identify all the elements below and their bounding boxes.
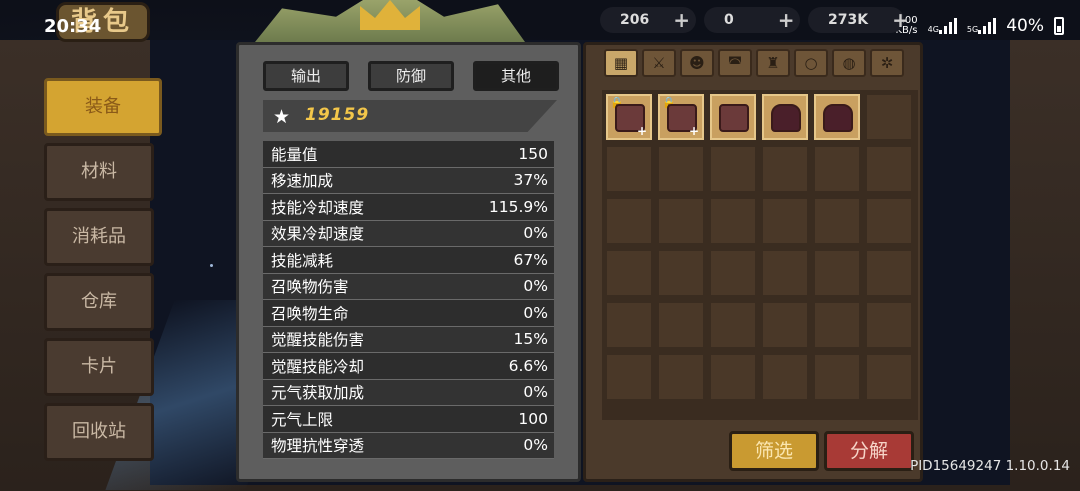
stat-row: 移速加成 37% (263, 167, 554, 194)
inventory-slot-empty[interactable] (866, 146, 912, 192)
decompose-button[interactable]: 分解 (824, 431, 914, 471)
inventory-slot-empty[interactable] (710, 302, 756, 348)
inventory-slot-empty[interactable] (866, 94, 912, 140)
battery-percent: 40% (1006, 16, 1044, 36)
power-rating: ★ 19159 (263, 100, 557, 132)
inventory-slot-empty[interactable] (710, 146, 756, 192)
inventory-slot-empty[interactable] (658, 250, 704, 296)
category-armor-icon[interactable]: ♜ (756, 49, 790, 77)
plus-icon: + (636, 124, 647, 138)
category-gear-icon[interactable]: ✲ (870, 49, 904, 77)
tab-defense[interactable]: 防御 (368, 61, 454, 91)
add-gems-button[interactable]: + (778, 8, 795, 32)
inventory-slot-item[interactable] (710, 94, 756, 140)
equipment-icon (719, 104, 749, 132)
inventory-slot-empty[interactable] (658, 354, 704, 400)
star-icon: ★ (273, 106, 291, 128)
inventory-slot-item[interactable] (814, 94, 860, 140)
category-all-grid-icon[interactable]: ▦ (604, 49, 638, 77)
armor-icon (771, 104, 801, 132)
category-ring-icon[interactable]: ○ (794, 49, 828, 77)
inventory-slot-empty[interactable] (814, 198, 860, 244)
plus-icon: + (688, 124, 699, 138)
add-materials-button[interactable]: + (673, 8, 690, 32)
inventory-slot-empty[interactable] (814, 146, 860, 192)
stat-row: 效果冷却速度 0% (263, 220, 554, 247)
inventory-slot-empty[interactable] (658, 302, 704, 348)
stats-table: 能量值 150 移速加成 37% 技能冷却速度 115.9% 效果冷却速度 0% 技能减… (263, 141, 554, 459)
signal-4g: 4G (928, 18, 957, 34)
inventory-slot-empty[interactable] (814, 354, 860, 400)
inventory-slot-empty[interactable] (866, 302, 912, 348)
battery-icon (1054, 17, 1064, 35)
status-bar-right: 0.00 KB/s 4G 5G 40% (895, 16, 1064, 36)
status-time: 20:34 (44, 16, 102, 37)
stat-row: 物理抗性穿透 0% (263, 432, 554, 459)
inventory-slot-empty[interactable] (710, 250, 756, 296)
add-coins-button[interactable]: + (892, 8, 909, 32)
category-bag-icon[interactable]: ◍ (832, 49, 866, 77)
stat-row: 觉醒技能伤害 15% (263, 326, 554, 353)
stat-row: 能量值 150 (263, 141, 554, 168)
inventory-slot-empty[interactable] (762, 146, 808, 192)
sidebar-item-cards[interactable]: 卡片 (44, 338, 154, 396)
tab-other[interactable]: 其他 (473, 61, 559, 91)
category-helmet-icon[interactable]: ◚ (718, 49, 752, 77)
stat-row: 召唤物伤害 0% (263, 273, 554, 300)
inventory-slot-empty[interactable] (606, 302, 652, 348)
tab-output[interactable]: 输出 (263, 61, 349, 91)
inventory-slot-empty[interactable] (866, 354, 912, 400)
category-sword-icon[interactable]: ⚔ (642, 49, 676, 77)
inventory-slot-item[interactable] (762, 94, 808, 140)
build-id: PID15649247 1.10.0.14 (910, 458, 1070, 474)
inventory-slot-empty[interactable] (814, 250, 860, 296)
inventory-slot-empty[interactable] (762, 250, 808, 296)
inventory-slot-empty[interactable] (606, 198, 652, 244)
sidebar-item-warehouse[interactable]: 仓库 (44, 273, 154, 331)
signal-5g: 5G (967, 18, 997, 34)
stat-row: 元气上限 100 (263, 406, 554, 433)
armor-icon (823, 104, 853, 132)
sidebar-item-materials[interactable]: 材料 (44, 143, 154, 201)
signal-4g-icon (938, 18, 957, 34)
stat-row: 元气获取加成 0% (263, 379, 554, 406)
currency-gems: 0 + (704, 7, 800, 33)
stats-panel: 输出 防御 其他 ★ 19159 能量值 150 移速加成 37% 技能冷却速度 11… (236, 42, 581, 482)
sidebar-item-recycle-bin[interactable]: 回收站 (44, 403, 154, 461)
inventory-slot-empty[interactable] (658, 198, 704, 244)
inventory-slot-empty[interactable] (710, 198, 756, 244)
star-decoration (210, 264, 213, 267)
stat-row: 觉醒技能冷却 6.6% (263, 353, 554, 380)
power-value: 19159 (305, 105, 370, 125)
inventory-grid: 🔒 + 🔒 + (602, 90, 918, 420)
inventory-slot-empty[interactable] (710, 354, 756, 400)
stat-row: 技能冷却速度 115.9% (263, 194, 554, 221)
stat-row: 召唤物生命 0% (263, 300, 554, 327)
sidebar-item-consumables[interactable]: 消耗品 (44, 208, 154, 266)
currency-coins: 273K + (808, 7, 909, 33)
inventory-slot-empty[interactable] (814, 302, 860, 348)
category-mask-icon[interactable]: ☻ (680, 49, 714, 77)
category-bar: ▦ ⚔ ☻ ◚ ♜ ○ ◍ ✲ (604, 49, 904, 77)
inventory-slot-empty[interactable] (866, 250, 912, 296)
filter-button[interactable]: 筛选 (729, 431, 819, 471)
inventory-slot-empty[interactable] (762, 302, 808, 348)
currency-materials: 206 + (600, 7, 696, 33)
inventory-slot-empty[interactable] (606, 146, 652, 192)
inventory-slot-item[interactable]: 🔒 + (606, 94, 652, 140)
stat-row: 技能减耗 67% (263, 247, 554, 274)
inventory-slot-empty[interactable] (866, 198, 912, 244)
inventory-panel: ▦ ⚔ ☻ ◚ ♜ ○ ◍ ✲ 🔒 + 🔒 + 筛选 分解 (583, 42, 923, 482)
inventory-slot-empty[interactable] (606, 354, 652, 400)
sidebar-item-equipment[interactable]: 装备 (44, 78, 162, 136)
inventory-slot-item[interactable]: 🔒 + (658, 94, 704, 140)
signal-5g-icon (978, 18, 997, 34)
inventory-slot-empty[interactable] (658, 146, 704, 192)
inventory-slot-empty[interactable] (762, 198, 808, 244)
inventory-slot-empty[interactable] (762, 354, 808, 400)
inventory-slot-empty[interactable] (606, 250, 652, 296)
